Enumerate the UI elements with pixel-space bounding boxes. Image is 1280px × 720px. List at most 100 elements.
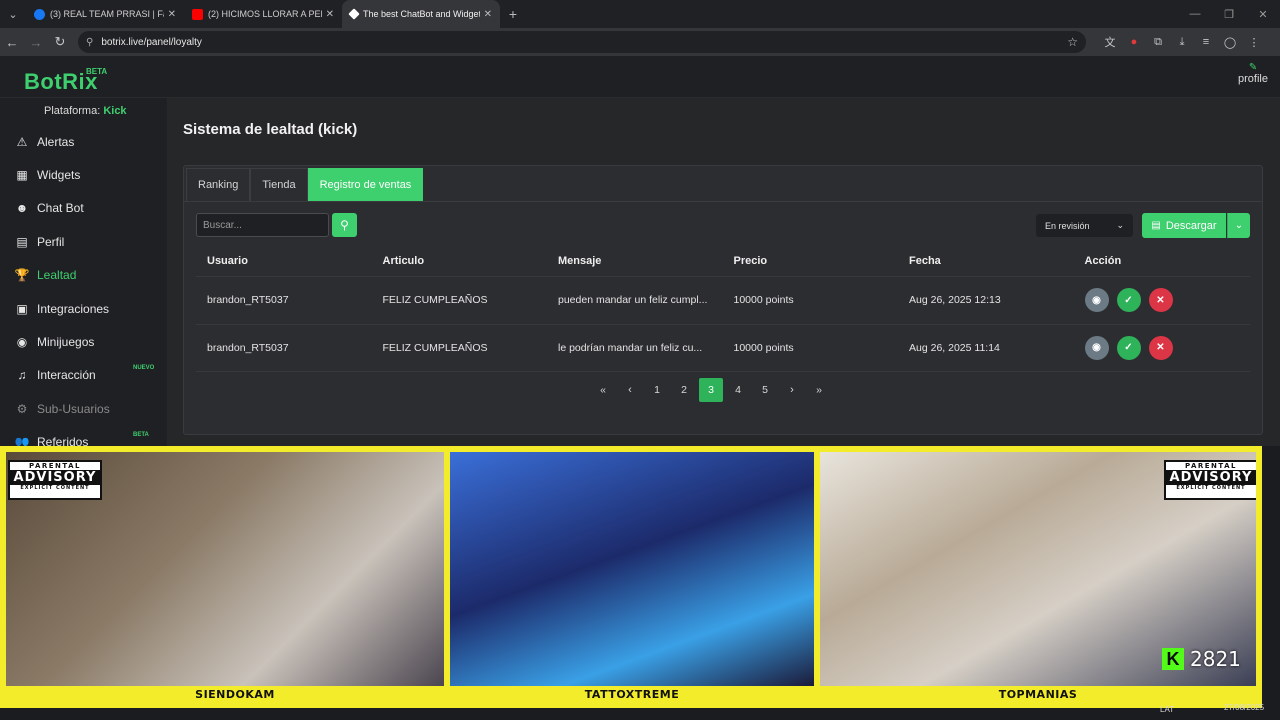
search-button[interactable]: ⚲ xyxy=(332,213,357,237)
first-page-icon[interactable]: « xyxy=(591,378,615,402)
sidebar-item-label: Widgets xyxy=(37,168,81,183)
close-icon[interactable]: ✕ xyxy=(484,9,492,20)
edge-strip xyxy=(1262,446,1280,720)
prev-page-icon[interactable]: ‹ xyxy=(618,378,642,402)
tab-list-button[interactable]: ⌄ xyxy=(0,0,26,28)
check-icon: ✓ xyxy=(1124,294,1133,306)
sidebar-item-lealtad[interactable]: 🏆 Lealtad xyxy=(0,259,167,292)
extension-icon[interactable]: ● xyxy=(1122,28,1146,56)
browser-tab-facebook[interactable]: (3) REAL TEAM PRRASI | Facebook ✕ xyxy=(26,0,184,28)
sidebar-item-minijuegos[interactable]: ◉ Minijuegos xyxy=(0,325,167,358)
window-close-icon[interactable]: ✕ xyxy=(1246,0,1280,28)
sidebar-item-interaccion[interactable]: ♫ Interacción NUEVO xyxy=(0,359,167,392)
app-header: BotRix BETA ✎ profile xyxy=(0,56,1280,98)
platform-indicator: Plataforma: Kick xyxy=(44,105,127,117)
approve-button[interactable]: ✓ xyxy=(1116,288,1141,313)
download-button[interactable]: ▤ Descargar xyxy=(1142,213,1226,238)
browser-tab-botrix[interactable]: The best ChatBot and Widgets ✕ xyxy=(342,0,500,28)
reject-button[interactable]: ✕ xyxy=(1148,288,1173,313)
profile-link[interactable]: ✎ profile xyxy=(1238,62,1268,85)
user-cell: brandon_RT5037 xyxy=(207,341,289,354)
bookmark-star-icon[interactable]: ☆ xyxy=(1067,35,1078,49)
profile-label: profile xyxy=(1238,73,1268,85)
search-input[interactable] xyxy=(196,213,329,237)
status-filter-value: En revisión xyxy=(1045,220,1090,231)
sidebar-item-alertas[interactable]: ⚠ Alertas xyxy=(0,125,167,158)
download-options-button[interactable]: ⌄ xyxy=(1227,213,1250,238)
tab-ranking[interactable]: Ranking xyxy=(186,168,251,201)
sidebar-item-perfil[interactable]: ▤ Perfil xyxy=(0,225,167,258)
last-page-icon[interactable]: » xyxy=(807,378,831,402)
taskbar-clock[interactable]: 27/08/2025 xyxy=(1224,703,1264,712)
puzzle-icon[interactable]: ⧉ xyxy=(1146,28,1170,56)
pa-line: ADVISORY xyxy=(1166,470,1256,485)
forward-icon[interactable]: → xyxy=(24,28,48,56)
page-3[interactable]: 3 xyxy=(699,378,723,402)
pagination: « ‹ 1 2 3 4 5 › » xyxy=(184,377,1238,403)
tab-title: (2) HICIMOS LLORAR A PELICAN xyxy=(208,9,322,19)
next-page-icon[interactable]: › xyxy=(780,378,804,402)
platform-label: Plataforma: xyxy=(44,105,101,117)
item-cell: FELIZ CUMPLEAÑOS xyxy=(382,294,488,307)
check-icon: ✓ xyxy=(1124,342,1133,354)
column-header: Usuario xyxy=(207,255,248,267)
streamer-name: SIENDOKAM xyxy=(195,688,275,701)
sidebar-item-widgets[interactable]: ▦ Widgets xyxy=(0,158,167,191)
address-bar[interactable]: ⚲ botrix.live/panel/loyalty ☆ xyxy=(78,31,1086,53)
tab-registro-de-ventas[interactable]: Registro de ventas xyxy=(307,168,424,201)
gamepad-icon: ◉ xyxy=(16,335,28,350)
sidebar-item-label: Interacción xyxy=(37,368,96,383)
language-indicator[interactable]: LAT xyxy=(1160,705,1174,714)
page-1[interactable]: 1 xyxy=(645,378,669,402)
beta-badge: BETA xyxy=(133,431,149,438)
sidebar-nav: ⚠ Alertas ▦ Widgets ☻ Chat Bot ▤ Perfil 🏆 Lea… xyxy=(0,125,167,459)
media-icon[interactable]: ≡ xyxy=(1194,28,1218,56)
account-icon[interactable]: ◯ xyxy=(1218,28,1242,56)
close-icon[interactable]: ✕ xyxy=(326,9,334,20)
back-icon[interactable]: ← xyxy=(0,28,24,56)
sidebar-item-integraciones[interactable]: ▣ Integraciones xyxy=(0,292,167,325)
minimize-icon[interactable]: — xyxy=(1178,0,1212,28)
page-2[interactable]: 2 xyxy=(672,378,696,402)
sales-table: Usuario Articulo Mensaje Precio Fecha Ac… xyxy=(196,246,1250,372)
sidebar-item-chatbot[interactable]: ☻ Chat Bot xyxy=(0,192,167,225)
site-settings-icon[interactable]: ⚲ xyxy=(86,37,93,48)
sidebar: Plataforma: Kick ⚠ Alertas ▦ Widgets ☻ Chat… xyxy=(0,98,167,450)
parental-advisory-logo: PARENTAL ADVISORY EXPLICIT CONTENT xyxy=(8,460,102,500)
address-toolbar: ← → ↻ ⚲ botrix.live/panel/loyalty ☆ 文 ● … xyxy=(0,28,1280,56)
stream-overlay: PARENTAL ADVISORY EXPLICIT CONTENT PAREN… xyxy=(0,446,1262,708)
column-header: Fecha xyxy=(909,255,941,267)
message-cell: pueden mandar un feliz cumpl... xyxy=(558,294,708,307)
platform-value: Kick xyxy=(103,105,127,117)
eye-icon: ◉ xyxy=(1092,294,1101,306)
page-5[interactable]: 5 xyxy=(753,378,777,402)
download-label: Descargar xyxy=(1165,219,1217,232)
new-tab-button[interactable]: + xyxy=(500,6,526,22)
translate-icon[interactable]: 文 xyxy=(1098,28,1122,56)
restore-icon[interactable]: ❐ xyxy=(1212,0,1246,28)
page-4[interactable]: 4 xyxy=(726,378,750,402)
new-badge: NUEVO xyxy=(133,364,155,371)
loyalty-panel: Ranking Tienda Registro de ventas ⚲ En r… xyxy=(183,165,1263,435)
view-button[interactable]: ◉ xyxy=(1084,288,1109,313)
view-button[interactable]: ◉ xyxy=(1084,335,1109,360)
browser-tab-youtube[interactable]: (2) HICIMOS LLORAR A PELICAN ✕ xyxy=(184,0,342,28)
tab-tienda[interactable]: Tienda xyxy=(250,168,308,201)
status-filter-select[interactable]: En revisión ⌄ xyxy=(1036,214,1133,237)
download-icon[interactable]: ⤓ xyxy=(1170,28,1194,56)
close-icon[interactable]: ✕ xyxy=(168,9,176,20)
reload-icon[interactable]: ↻ xyxy=(48,28,72,56)
pa-line: PARENTAL xyxy=(1184,462,1238,470)
menu-icon[interactable]: ⋮ xyxy=(1242,28,1266,56)
url-text[interactable]: botrix.live/panel/loyalty xyxy=(101,37,1067,48)
reject-button[interactable]: ✕ xyxy=(1148,335,1173,360)
file-excel-icon: ▤ xyxy=(1151,220,1161,231)
viewer-count: 2821 xyxy=(1190,647,1241,671)
webcam-feed xyxy=(450,452,814,686)
sidebar-item-label: Sub-Usuarios xyxy=(37,401,110,416)
botrix-icon xyxy=(348,8,360,20)
sidebar-item-sub-usuarios[interactable]: ⚙ Sub-Usuarios xyxy=(0,392,167,425)
divider xyxy=(184,201,1262,202)
loyalty-tabs: Ranking Tienda Registro de ventas xyxy=(186,168,424,201)
approve-button[interactable]: ✓ xyxy=(1116,335,1141,360)
